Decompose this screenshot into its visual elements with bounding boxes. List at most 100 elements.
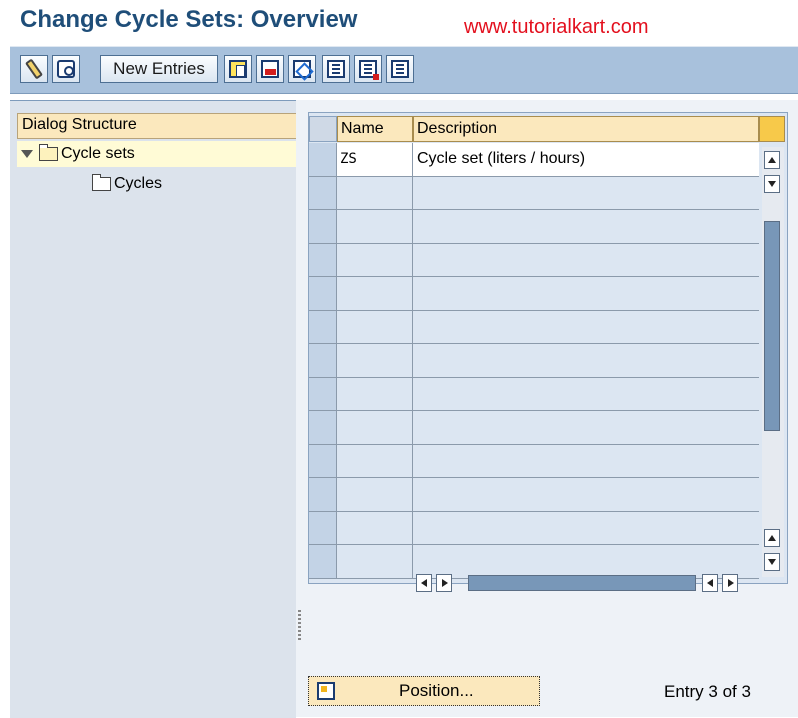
cell-name[interactable] (337, 243, 413, 276)
row-selector[interactable] (309, 511, 337, 544)
delete-button[interactable] (256, 55, 284, 83)
cell-description[interactable] (413, 445, 759, 478)
pencil-icon (24, 58, 44, 80)
cell-description[interactable] (413, 478, 759, 511)
display-button[interactable] (52, 55, 80, 83)
tree-item-label: Cycle sets (61, 145, 135, 162)
cell-description[interactable] (413, 378, 759, 411)
arrow-up-icon (768, 157, 776, 163)
row-selector[interactable] (309, 310, 337, 343)
scroll-right-button[interactable] (436, 574, 452, 592)
row-selector[interactable] (309, 143, 337, 176)
position-label: Position... (399, 681, 474, 700)
scroll-left-button[interactable] (416, 574, 432, 592)
cell-description[interactable] (413, 344, 759, 377)
folder-icon (92, 174, 111, 191)
position-button[interactable]: Position... (308, 676, 540, 706)
new-entries-button[interactable]: New Entries (100, 55, 218, 83)
horizontal-scrollbar[interactable] (408, 572, 752, 594)
table-row[interactable] (309, 478, 759, 512)
cell-description[interactable]: Cycle set (liters / hours) (413, 143, 759, 176)
table-row[interactable] (309, 310, 759, 344)
horizontal-scroll-thumb[interactable] (468, 575, 696, 591)
arrow-down-icon (768, 181, 776, 187)
row-selector[interactable] (309, 243, 337, 276)
copy-icon (229, 60, 247, 78)
splitter-grip[interactable] (298, 610, 301, 640)
table-row[interactable] (309, 444, 759, 478)
vertical-scroll-thumb[interactable] (764, 221, 780, 431)
column-header-name[interactable]: Name (337, 116, 413, 142)
table-row[interactable] (309, 243, 759, 277)
cell-description[interactable] (413, 177, 759, 210)
scroll-right-end-button[interactable] (722, 574, 738, 592)
cell-description[interactable] (413, 311, 759, 344)
row-selector[interactable] (309, 277, 337, 310)
row-selector[interactable] (309, 176, 337, 209)
select-all-button[interactable] (322, 55, 350, 83)
tree-item-cycles[interactable]: Cycles (92, 171, 162, 197)
cell-name[interactable] (337, 478, 413, 511)
vertical-scrollbar[interactable] (762, 147, 784, 577)
cell-name[interactable] (337, 210, 413, 243)
cell-description[interactable] (413, 277, 759, 310)
cell-name[interactable] (337, 511, 413, 544)
row-selector[interactable] (309, 344, 337, 377)
copy-as-button[interactable] (224, 55, 252, 83)
cell-name[interactable] (337, 411, 413, 444)
cell-name[interactable] (337, 444, 413, 477)
deselect-all-icon (391, 60, 409, 78)
select-all-rows-cell[interactable] (309, 116, 337, 142)
row-selector[interactable] (309, 478, 337, 511)
table-row[interactable]: ZS Cycle set (liters / hours) (309, 143, 759, 177)
row-selector[interactable] (309, 377, 337, 410)
select-block-icon (359, 60, 379, 80)
entry-count-status: Entry 3 of 3 (664, 682, 751, 701)
scroll-page-up-button[interactable] (764, 529, 780, 547)
cell-name[interactable] (337, 277, 413, 310)
cell-description[interactable] (413, 512, 759, 545)
cell-description[interactable] (413, 411, 759, 444)
table-row[interactable] (309, 377, 759, 411)
cell-name[interactable] (337, 310, 413, 343)
row-selector[interactable] (309, 545, 337, 578)
table-row[interactable] (309, 511, 759, 545)
undo-change-button[interactable] (288, 55, 316, 83)
arrow-right-icon (442, 579, 448, 587)
page-title: Change Cycle Sets: Overview (20, 6, 358, 33)
cell-name[interactable] (337, 176, 413, 209)
cell-description[interactable] (413, 210, 759, 243)
table-settings-icon[interactable] (759, 116, 785, 142)
tree-item-label: Cycles (114, 175, 163, 192)
arrow-left-icon (707, 579, 713, 587)
undo-icon (293, 60, 311, 78)
arrow-down-icon (768, 559, 776, 565)
deselect-all-button[interactable] (386, 55, 414, 83)
cell-name[interactable]: ZS (337, 143, 413, 176)
tree-item-cycle-sets[interactable]: Cycle sets (17, 141, 300, 167)
scroll-page-down-button[interactable] (764, 553, 780, 571)
scroll-left-end-button[interactable] (702, 574, 718, 592)
row-selector[interactable] (309, 210, 337, 243)
cell-description[interactable] (413, 244, 759, 277)
scroll-down-button[interactable] (764, 175, 780, 193)
panel-splitter[interactable] (296, 100, 304, 717)
table-row[interactable] (309, 277, 759, 311)
cell-name[interactable] (337, 344, 413, 377)
cell-name[interactable] (337, 545, 413, 578)
expand-triangle-icon[interactable] (21, 150, 33, 158)
folder-open-icon (39, 144, 58, 161)
row-selector[interactable] (309, 444, 337, 477)
table-row[interactable] (309, 176, 759, 210)
dialog-structure-panel: Dialog Structure Cycle sets Cycles (10, 100, 300, 718)
select-block-button[interactable] (354, 55, 382, 83)
column-header-description[interactable]: Description (413, 116, 759, 142)
cell-name[interactable] (337, 377, 413, 410)
change-display-button[interactable] (20, 55, 48, 83)
row-selector[interactable] (309, 411, 337, 444)
table-panel: Name Description ZS Cycle set (liters / … (304, 100, 798, 717)
table-row[interactable] (309, 344, 759, 378)
table-row[interactable] (309, 210, 759, 244)
table-row[interactable] (309, 411, 759, 445)
scroll-up-button[interactable] (764, 151, 780, 169)
